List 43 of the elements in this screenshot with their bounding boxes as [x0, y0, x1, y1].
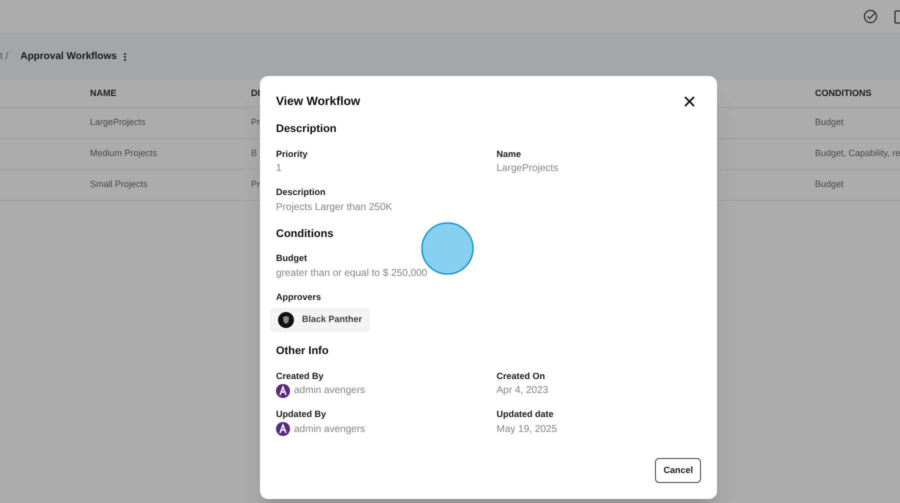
field-value: LargeProjects [496, 162, 560, 176]
clipboard-icon[interactable] [894, 9, 900, 24]
dialog-title: View Workflow [276, 93, 360, 110]
field-label: Priority [276, 148, 309, 161]
section-heading: Description [276, 122, 338, 137]
field-label: Created On [496, 370, 546, 382]
table-cell-text: Pr [251, 178, 260, 192]
cancel-button[interactable]: Cancel [655, 458, 701, 483]
table-cell-text: Medium Projects [90, 147, 158, 160]
section-heading: Conditions [276, 226, 334, 242]
avatar-icon [276, 422, 290, 436]
more-icon[interactable] [122, 52, 127, 62]
approver-name: Black Panther [302, 313, 362, 326]
avatar-icon [278, 312, 294, 328]
field-label: Budget [276, 252, 308, 265]
field-value: greater than or equal to $ 250,000 [276, 266, 428, 280]
field-value: May 19, 2025 [496, 422, 558, 436]
avatar-icon [276, 384, 290, 398]
table-cell-text: Budget [815, 116, 844, 130]
table-cell-text: Pr [251, 116, 260, 130]
field-value: Projects Larger than 250K [276, 200, 394, 214]
field-label: Updated By [276, 408, 328, 421]
section-heading: Other Info [276, 344, 330, 359]
field-value: admin avengers [294, 384, 366, 398]
field-value: Apr 4, 2023 [496, 384, 550, 398]
close-icon[interactable] [684, 96, 695, 106]
field-label: Name [496, 148, 522, 160]
table-cell-text: Budget [815, 178, 844, 192]
field-value: 1 [276, 162, 283, 176]
check-circle-icon[interactable] [863, 9, 878, 24]
field-label: Description [276, 186, 327, 199]
table-cell-text: Small Projects [90, 178, 148, 192]
column-header: DI [251, 86, 261, 100]
breadcrumb-current: Approval Workflows [20, 50, 117, 64]
column-header: NAME [90, 86, 118, 100]
field-label: Approvers [276, 290, 322, 304]
column-header: CONDITIONS [815, 86, 873, 100]
field-label: Updated date [496, 408, 555, 421]
field-value: admin avengers [294, 422, 366, 436]
table-cell-text: Budget, Capability, re [815, 147, 900, 160]
table-cell-text: LargeProjects [90, 116, 146, 130]
field-label: Created By [276, 370, 325, 383]
table-cell-text: B [251, 147, 258, 160]
